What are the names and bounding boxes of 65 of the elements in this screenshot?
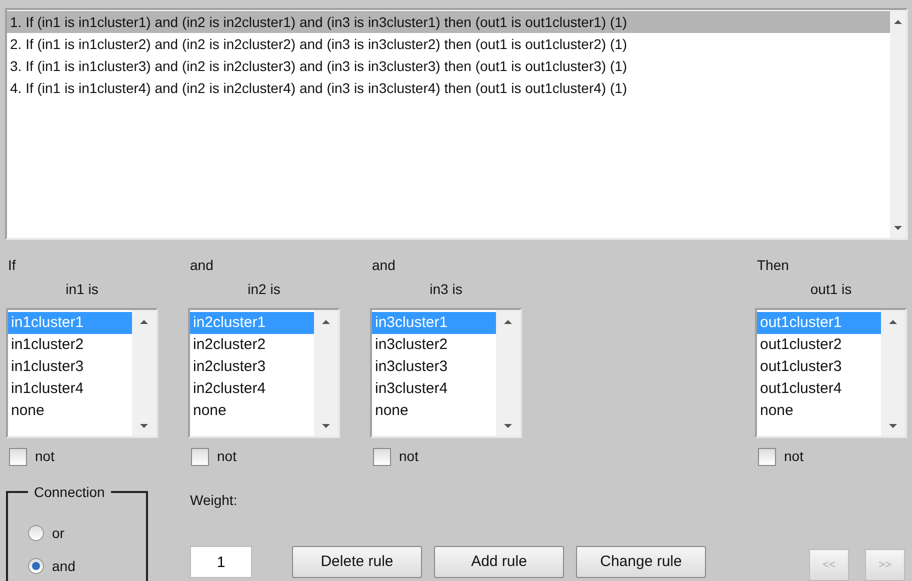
scroll-up-icon[interactable] bbox=[322, 320, 330, 324]
radio-button[interactable] bbox=[28, 558, 44, 574]
radio-label: and bbox=[52, 557, 76, 576]
listbox-item[interactable]: none bbox=[757, 400, 881, 422]
scroll-down-icon[interactable] bbox=[140, 424, 148, 428]
rule-button[interactable]: Add rule bbox=[434, 546, 564, 578]
listbox-item[interactable]: none bbox=[8, 400, 132, 422]
variable-label: in1 is bbox=[66, 280, 98, 298]
listbox-item[interactable]: in1cluster4 bbox=[8, 378, 132, 400]
scroll-down-icon[interactable] bbox=[889, 424, 897, 428]
rule-item[interactable]: 1. If (in1 is in1cluster1) and (in2 is in2cluster1) and (in3 is in3cluster1) then (out1 is out1cluster1) (1) bbox=[7, 11, 890, 33]
rule-button[interactable]: Delete rule bbox=[292, 546, 422, 578]
checkbox-label: not bbox=[35, 447, 54, 466]
listbox-item[interactable]: in3cluster3 bbox=[372, 356, 496, 378]
scroll-down-icon[interactable] bbox=[504, 424, 512, 428]
not-checkbox[interactable] bbox=[191, 448, 209, 466]
membership-listbox[interactable]: in1cluster1 in1cluster2 in1cluster3 in1cluster4 none bbox=[6, 308, 158, 438]
scroll-up-icon[interactable] bbox=[889, 320, 897, 324]
membership-listbox[interactable]: in2cluster1 in2cluster2 in2cluster3 in2cluster4 none bbox=[188, 308, 340, 438]
variable-label: out1 is bbox=[810, 280, 852, 298]
rule-item[interactable]: 2. If (in1 is in1cluster2) and (in2 is in2cluster2) and (in3 is in3cluster2) then (out1 is out1cluster2) (1) bbox=[7, 33, 890, 55]
checkbox-label: not bbox=[784, 447, 804, 466]
listbox-item[interactable]: none bbox=[372, 400, 496, 422]
rule-button[interactable]: Change rule bbox=[576, 546, 706, 578]
connective-label: If bbox=[8, 256, 16, 274]
checkbox-label: not bbox=[399, 447, 418, 466]
listbox-item[interactable]: in2cluster4 bbox=[190, 378, 314, 400]
rule-item[interactable]: 3. If (in1 is in1cluster3) and (in2 is in2cluster3) and (in3 is in3cluster3) then (out1 is out1cluster3) (1) bbox=[7, 55, 890, 77]
listbox-item[interactable]: none bbox=[190, 400, 314, 422]
scroll-down-icon[interactable] bbox=[894, 226, 902, 230]
scrollbar[interactable] bbox=[496, 310, 520, 436]
membership-listbox[interactable]: out1cluster1 out1cluster2 out1cluster3 out1cluster4 none bbox=[755, 308, 907, 438]
weight-field[interactable]: 1 bbox=[190, 546, 252, 578]
listbox-item[interactable]: in1cluster2 bbox=[8, 334, 132, 356]
listbox-item[interactable]: in2cluster3 bbox=[190, 356, 314, 378]
variable-label: in2 is bbox=[248, 280, 280, 298]
listbox-item[interactable]: out1cluster4 bbox=[757, 378, 881, 400]
scrollbar[interactable] bbox=[314, 310, 338, 436]
connective-label: Then bbox=[757, 256, 789, 274]
membership-listbox[interactable]: in3cluster1 in3cluster2 in3cluster3 in3cluster4 none bbox=[370, 308, 522, 438]
scrollbar[interactable] bbox=[132, 310, 156, 436]
scroll-up-icon[interactable] bbox=[504, 320, 512, 324]
not-checkbox[interactable] bbox=[373, 448, 391, 466]
listbox-item[interactable]: out1cluster3 bbox=[757, 356, 881, 378]
radio-label: or bbox=[52, 524, 64, 543]
not-checkbox[interactable] bbox=[9, 448, 27, 466]
scroll-up-icon[interactable] bbox=[894, 20, 902, 24]
listbox-item[interactable]: out1cluster2 bbox=[757, 334, 881, 356]
weight-label: Weight: bbox=[190, 491, 238, 509]
listbox-item[interactable]: in1cluster3 bbox=[8, 356, 132, 378]
listbox-item[interactable]: in3cluster4 bbox=[372, 378, 496, 400]
radio-button[interactable] bbox=[28, 525, 44, 541]
connective-label: and bbox=[190, 256, 214, 274]
listbox-item[interactable]: in2cluster2 bbox=[190, 334, 314, 356]
connective-label: and bbox=[372, 256, 396, 274]
rule-item[interactable]: 4. If (in1 is in1cluster4) and (in2 is in2cluster4) and (in3 is in3cluster4) then (out1 is out1cluster4) (1) bbox=[7, 77, 890, 99]
checkbox-label: not bbox=[217, 447, 236, 466]
scroll-up-icon[interactable] bbox=[140, 320, 148, 324]
not-checkbox[interactable] bbox=[758, 448, 776, 466]
rule-list[interactable] bbox=[5, 8, 908, 240]
variable-label: in3 is bbox=[430, 280, 462, 298]
scrollbar[interactable] bbox=[890, 10, 906, 238]
scrollbar[interactable] bbox=[881, 310, 905, 436]
listbox-item[interactable]: in3cluster2 bbox=[372, 334, 496, 356]
scroll-down-icon[interactable] bbox=[322, 424, 330, 428]
